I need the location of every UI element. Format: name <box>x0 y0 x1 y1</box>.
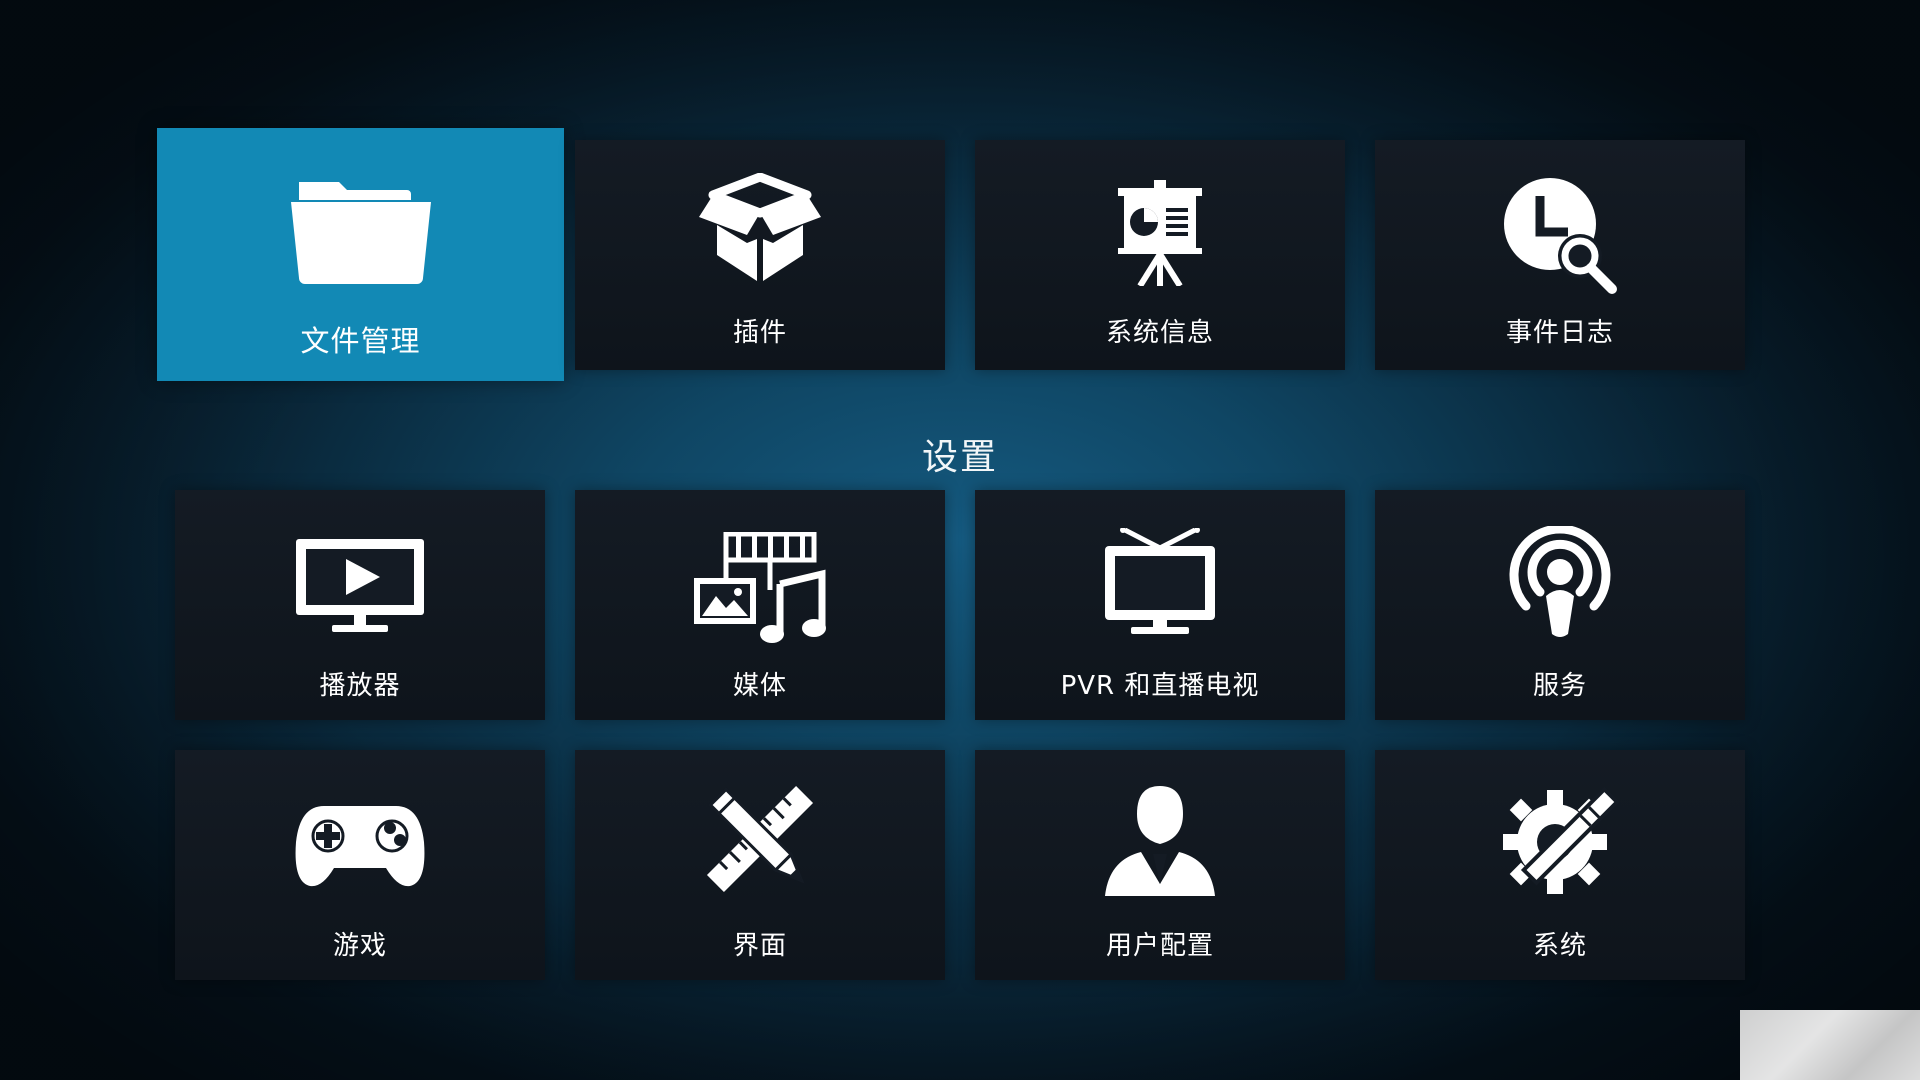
clock-search-icon <box>1504 178 1617 294</box>
addon-box-icon <box>699 173 821 281</box>
media-icon <box>694 532 826 643</box>
tile-label: 播放器 <box>319 671 401 701</box>
tile-system-info[interactable]: 系统信息 <box>975 140 1345 370</box>
tile-label: 事件日志 <box>1505 318 1614 348</box>
tile-file-manager[interactable]: 文件管理 <box>157 128 564 381</box>
tile-label: 游戏 <box>332 931 387 961</box>
tile-label: 界面 <box>732 931 787 961</box>
tile-event-log[interactable]: 事件日志 <box>1375 140 1745 370</box>
user-icon <box>1105 786 1215 896</box>
tile-profiles[interactable]: 用户配置 <box>975 750 1345 980</box>
tv-antenna-icon <box>1105 528 1215 634</box>
tile-label: 媒体 <box>732 671 787 701</box>
tv-play-icon <box>296 539 424 632</box>
tile-player[interactable]: 播放器 <box>175 490 545 720</box>
tile-label: 系统信息 <box>1105 318 1214 348</box>
tile-media[interactable]: 媒体 <box>575 490 945 720</box>
pencil-ruler-icon <box>706 785 814 893</box>
gamepad-icon <box>295 806 425 887</box>
broadcast-icon <box>1509 526 1611 637</box>
tile-services[interactable]: 服务 <box>1375 490 1745 720</box>
tile-label: 服务 <box>1532 671 1587 701</box>
watermark-blur <box>1740 1010 1920 1080</box>
tile-label: 文件管理 <box>300 324 421 358</box>
tile-games[interactable]: 游戏 <box>175 750 545 980</box>
tile-label: 系统 <box>1532 931 1587 961</box>
presentation-chart-icon <box>1118 180 1202 286</box>
tile-label: 插件 <box>732 318 787 348</box>
tile-interface[interactable]: 界面 <box>575 750 945 980</box>
tile-label: 用户配置 <box>1105 931 1214 961</box>
tile-system[interactable]: 系统 <box>1375 750 1745 980</box>
folder-icon <box>290 182 431 284</box>
gear-wrench-icon <box>1503 786 1620 894</box>
section-title: 设置 <box>921 437 998 478</box>
tile-label: PVR 和直播电视 <box>1060 671 1260 701</box>
tile-pvr-livetv[interactable]: PVR 和直播电视 <box>975 490 1345 720</box>
tile-addons[interactable]: 插件 <box>575 140 945 370</box>
